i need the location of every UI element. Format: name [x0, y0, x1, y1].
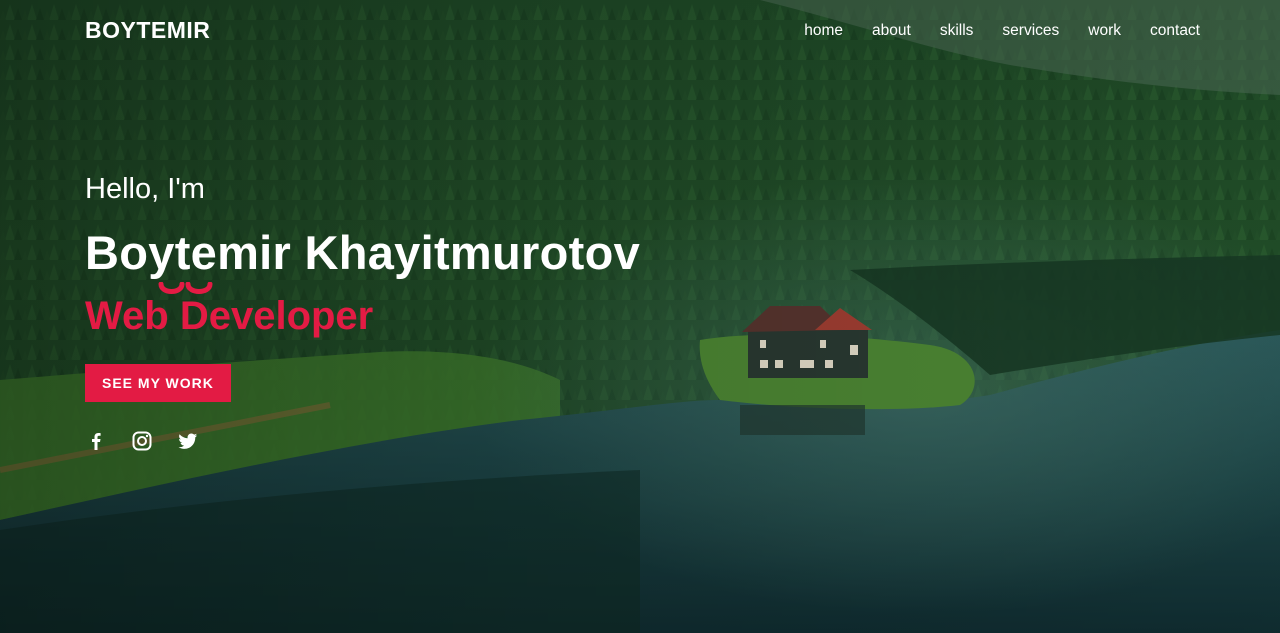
hero-role-wrapper: Web Developer	[85, 282, 640, 344]
nav-link-about[interactable]: about	[872, 22, 911, 39]
nav-link-services[interactable]: services	[1002, 22, 1059, 39]
facebook-link[interactable]	[85, 430, 107, 452]
nav-item-work: work	[1088, 22, 1121, 40]
nav-item-contact: contact	[1150, 22, 1200, 40]
see-my-work-button[interactable]: SEE MY WORK	[85, 364, 231, 402]
instagram-link[interactable]	[131, 430, 153, 452]
twitter-link[interactable]	[177, 430, 199, 452]
instagram-icon	[132, 431, 152, 451]
nav-item-services: services	[1002, 22, 1059, 40]
nav-item-skills: skills	[940, 22, 974, 40]
hero-section: BOYTEMIR home about skills services work…	[0, 0, 1280, 633]
site-logo[interactable]: BOYTEMIR	[85, 17, 210, 44]
nav-link-contact[interactable]: contact	[1150, 22, 1200, 39]
nav-link-home[interactable]: home	[804, 22, 843, 39]
nav-item-about: about	[872, 22, 911, 40]
nav-menu: home about skills services work contact	[804, 22, 1200, 40]
social-links	[85, 430, 640, 452]
navbar: BOYTEMIR home about skills services work…	[0, 0, 1280, 64]
hero-greeting: Hello, I'm	[85, 173, 205, 205]
typing-decoration-icon	[158, 282, 213, 294]
facebook-icon	[92, 433, 101, 450]
hero-content: Hello, I'm Boytemir Khayitmurotov Web De…	[85, 170, 640, 452]
hero-name: Boytemir Khayitmurotov	[85, 226, 641, 279]
nav-item-home: home	[804, 22, 843, 40]
nav-link-work[interactable]: work	[1088, 22, 1121, 39]
nav-link-skills[interactable]: skills	[940, 22, 974, 39]
twitter-icon	[178, 433, 198, 449]
